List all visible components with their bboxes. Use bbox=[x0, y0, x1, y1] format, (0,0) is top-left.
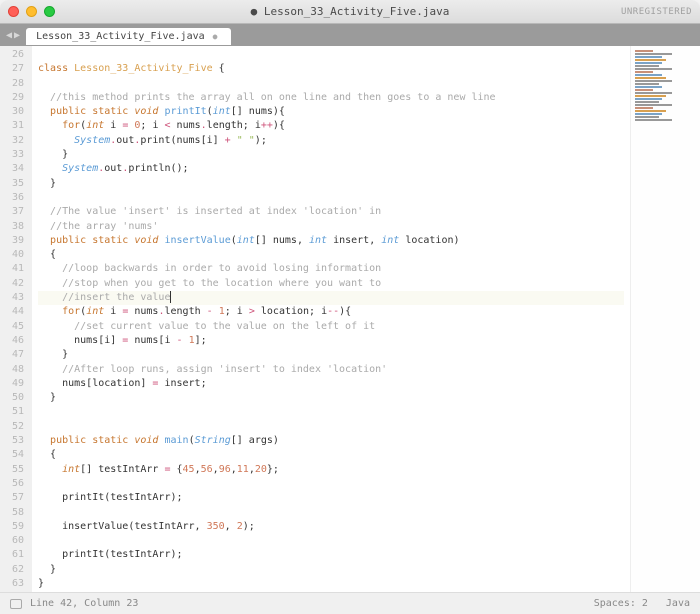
cursor bbox=[170, 291, 171, 303]
status-bar: Line 42, Column 23 Spaces: 2 Java bbox=[0, 592, 700, 614]
minimap[interactable] bbox=[630, 46, 700, 592]
file-tab[interactable]: Lesson_33_Activity_Five.java ● bbox=[26, 28, 231, 45]
nav-arrows: ◀ ▶ bbox=[6, 30, 20, 41]
line-gutter: 26 27 28 29 30 31 32 33 34 35 36 37 38 3… bbox=[0, 46, 32, 592]
code-view[interactable]: class Lesson_33_Activity_Five { //this m… bbox=[32, 46, 630, 592]
tab-label: Lesson_33_Activity_Five.java bbox=[36, 31, 205, 42]
cursor-position[interactable]: Line 42, Column 23 bbox=[30, 598, 138, 609]
syntax-language[interactable]: Java bbox=[666, 598, 690, 609]
minimize-icon[interactable] bbox=[26, 6, 37, 17]
zoom-icon[interactable] bbox=[44, 6, 55, 17]
nav-forward-icon[interactable]: ▶ bbox=[14, 30, 20, 41]
indent-setting[interactable]: Spaces: 2 bbox=[594, 598, 648, 609]
window-title: ● Lesson_33_Activity_Five.java bbox=[251, 5, 450, 18]
nav-back-icon[interactable]: ◀ bbox=[6, 30, 12, 41]
close-icon[interactable] bbox=[8, 6, 19, 17]
tab-bar: ◀ ▶ Lesson_33_Activity_Five.java ● bbox=[0, 24, 700, 46]
unregistered-label: UNREGISTERED bbox=[621, 7, 692, 17]
traffic-lights bbox=[8, 6, 55, 17]
window-titlebar: ● Lesson_33_Activity_Five.java UNREGISTE… bbox=[0, 0, 700, 24]
panel-icon[interactable] bbox=[10, 599, 22, 609]
tab-dirty-icon: ● bbox=[213, 32, 218, 41]
editor-area: 26 27 28 29 30 31 32 33 34 35 36 37 38 3… bbox=[0, 46, 700, 592]
